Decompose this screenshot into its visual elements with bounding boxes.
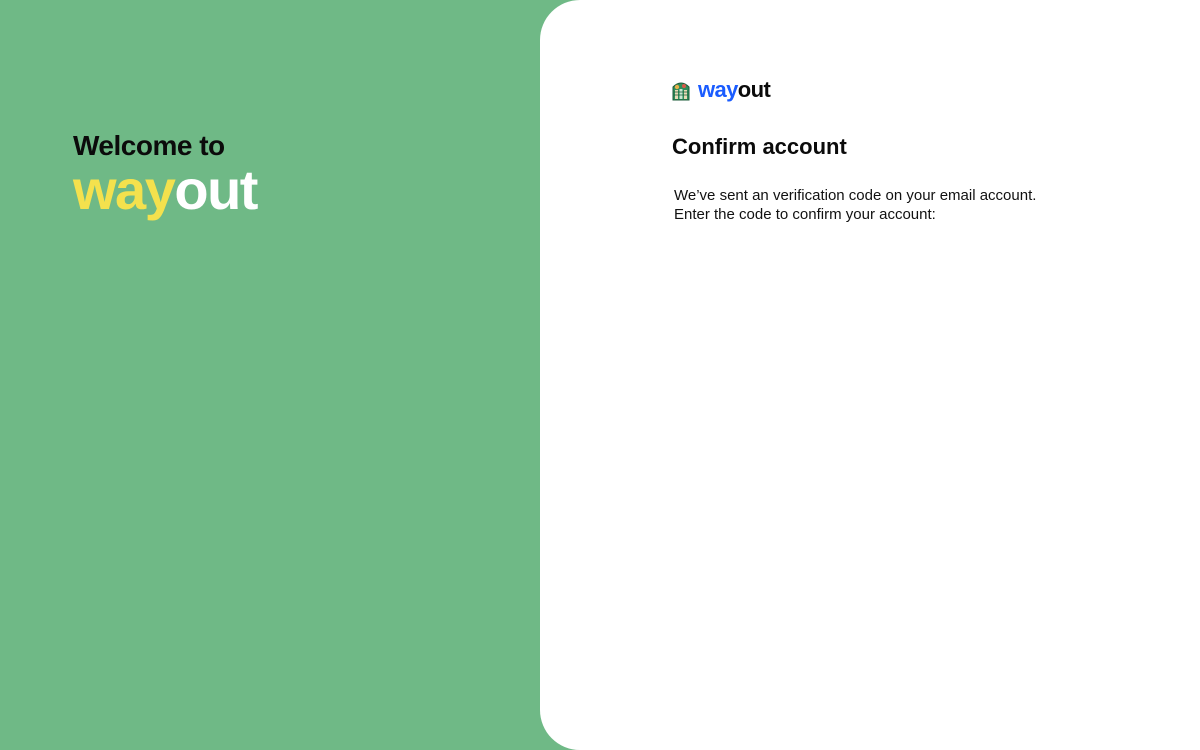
welcome-brand-way: way	[73, 158, 176, 221]
wayout-logo: wayout	[670, 77, 771, 102]
logo-brand-way: way	[698, 77, 738, 102]
wayout-logo-icon	[672, 82, 690, 101]
confirm-instructions: We’ve sent an verification code on your …	[674, 186, 1134, 224]
welcome-brand-out: out	[174, 158, 258, 221]
logo-wordmark: wayout	[698, 77, 771, 102]
logo-brand-out: out	[737, 77, 771, 102]
instruction-line-2: Enter the code to confirm your account:	[674, 206, 936, 223]
confirm-account-page: Welcome to wayout wayout Confirm account…	[0, 0, 1200, 750]
page-title: Confirm account	[672, 134, 847, 159]
welcome-brand-wordmark: wayout	[73, 158, 258, 221]
welcome-panel: Welcome to wayout	[0, 0, 560, 750]
instruction-line-1: We’ve sent an verification code on your …	[674, 187, 1037, 204]
welcome-heading: Welcome to wayout	[73, 130, 258, 221]
confirm-panel: wayout Confirm account We’ve sent an ver…	[540, 0, 1200, 750]
